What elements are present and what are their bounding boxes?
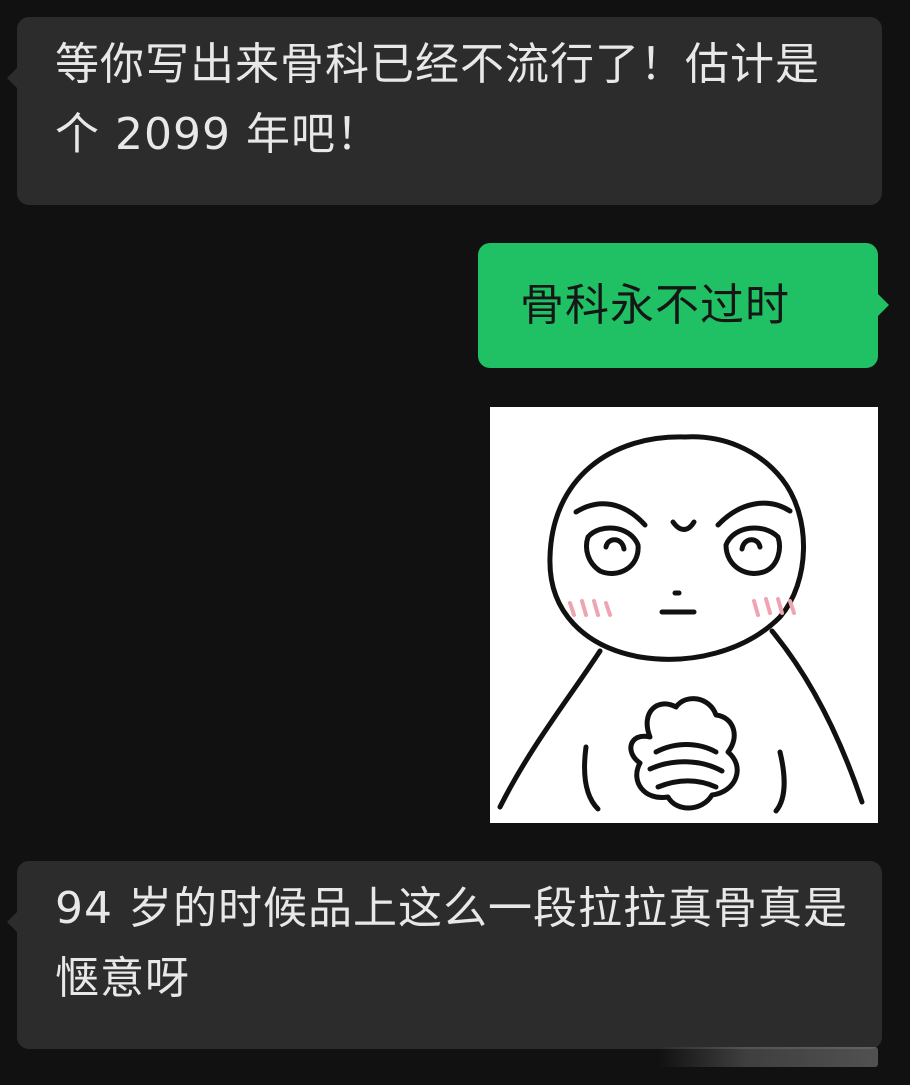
message-text: 94 岁的时候品上这么一段拉拉真骨真是惬意呀	[55, 883, 848, 1004]
watermark-strip	[658, 1047, 878, 1067]
incoming-message-bubble[interactable]: 等你写出来骨科已经不流行了！估计是个 2099 年吧！	[7, 17, 882, 205]
determined-face-sticker-icon[interactable]	[490, 407, 878, 823]
bubble-tail	[7, 67, 18, 89]
incoming-message-bubble[interactable]: 94 岁的时候品上这么一段拉拉真骨真是惬意呀	[7, 861, 882, 1049]
outgoing-message-bubble[interactable]: 骨科永不过时	[478, 243, 889, 368]
message-text: 等你写出来骨科已经不流行了！估计是个 2099 年吧！	[55, 39, 820, 160]
bubble-tail	[7, 911, 18, 933]
message-text: 骨科永不过时	[520, 280, 790, 331]
bubble-tail	[878, 294, 889, 316]
sticker-drawing	[497, 434, 865, 814]
